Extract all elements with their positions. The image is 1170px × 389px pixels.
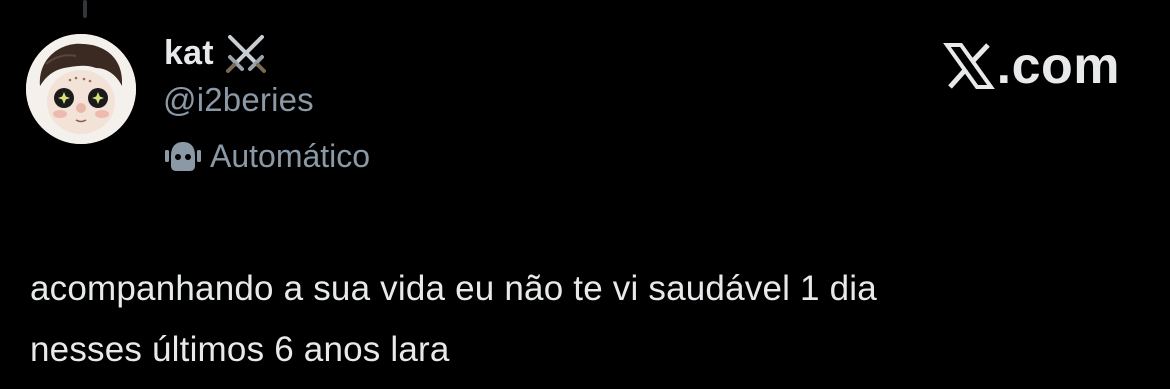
tweet-text-line: acompanhando a sua vida eu não te vi sau… (30, 269, 877, 308)
brand-text: .com (996, 37, 1120, 95)
tweet-text-line: nesses últimos 6 anos lara (30, 330, 450, 369)
automated-account-label: Automático (162, 134, 370, 178)
display-name[interactable]: kat (164, 34, 214, 73)
bot-icon (162, 136, 204, 176)
automated-label-text: Automático (210, 137, 371, 174)
author-name-row[interactable]: kat (164, 30, 268, 76)
tweet-text: acompanhando a sua vida eu não te vi sau… (30, 258, 1130, 380)
avatar-illustration (26, 34, 136, 144)
crossed-swords-icon (224, 31, 268, 75)
x-com-watermark: .com (942, 36, 1120, 96)
user-handle[interactable]: @i2beries (163, 81, 314, 119)
avatar[interactable] (26, 34, 136, 144)
x-logo-icon (942, 41, 995, 91)
thread-connector-line (83, 0, 87, 18)
